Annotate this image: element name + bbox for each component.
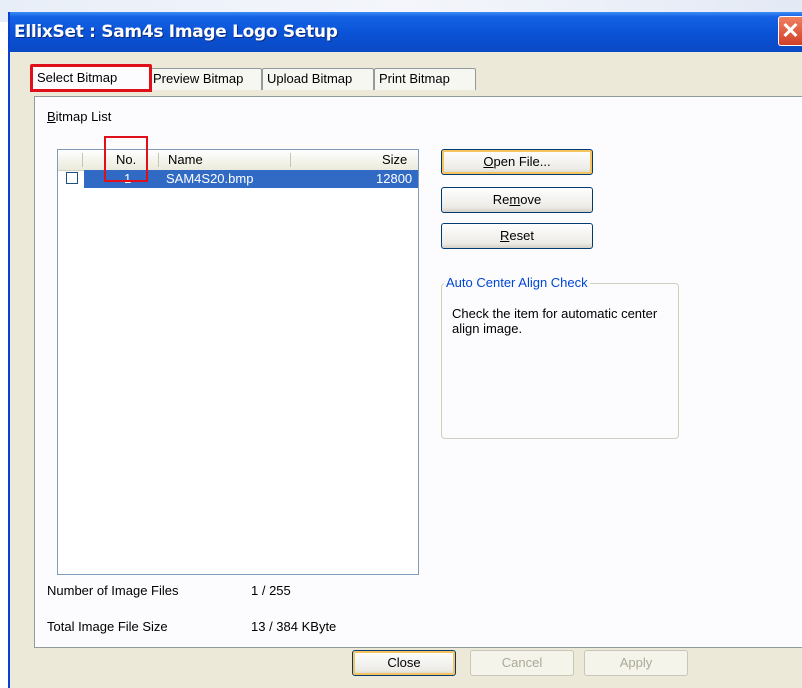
reset-label: eset [509,228,534,243]
image-files-value: 1 / 255 [251,583,291,598]
tab-panel: Bitmap List No. Name Size 1 SAM4S20.bmp … [34,96,802,648]
table-row[interactable]: 1 SAM4S20.bmp 12800 [58,170,418,188]
remove-accesskey: m [509,192,521,207]
total-size-label: Total Image File Size [47,619,168,634]
apply-button[interactable]: Apply [584,650,688,676]
open-file-label: pen File... [493,154,551,169]
column-header-no[interactable]: No. [116,152,136,167]
remove-button[interactable]: Remove [441,187,593,213]
checkbox-icon[interactable] [66,172,78,184]
title-bar: EllixSet : Sam4s Image Logo Setup ✕ [10,12,802,52]
open-file-button[interactable]: Open File... [441,149,593,175]
auto-center-title: Auto Center Align Check [444,275,590,290]
dialog-window: EllixSet : Sam4s Image Logo Setup ✕ Sele… [8,12,802,688]
column-separator [158,153,159,167]
total-size-value: 13 / 384 KByte [251,619,337,634]
row-name: SAM4S20.bmp [166,171,254,186]
row-size: 12800 [376,171,413,186]
auto-center-group: Auto Center Align Check Check the item f… [441,275,679,439]
auto-center-description: Check the item for automatic center alig… [452,306,658,336]
bitmap-list[interactable]: No. Name Size 1 SAM4S20.bmp 12800 [57,136,419,575]
tab-preview-bitmap[interactable]: Preview Bitmap [148,68,262,90]
image-files-label: Number of Image Files [47,583,179,598]
column-separator [290,153,291,167]
list-header: No. Name Size [58,150,418,171]
bitmap-list-label-accesskey: B [47,109,56,124]
bitmap-list-label-rest: itmap List [55,109,112,124]
tab-select-bitmap[interactable]: Select Bitmap [30,64,152,92]
bitmap-list-label: Bitmap List [47,109,111,124]
close-icon[interactable]: ✕ [778,16,802,46]
column-separator [82,153,83,167]
tab-upload-bitmap[interactable]: Upload Bitmap [262,68,374,90]
remove-label-rest: ove [520,192,542,207]
reset-button[interactable]: Reset [441,223,593,249]
window-title: EllixSet : Sam4s Image Logo Setup [14,22,338,42]
column-header-name[interactable]: Name [168,152,203,167]
column-header-size[interactable]: Size [382,152,407,167]
reset-accesskey: R [500,228,510,243]
open-file-accesskey: O [483,154,494,169]
cancel-button[interactable]: Cancel [470,650,574,676]
row-no: 1 [124,171,132,186]
close-button[interactable]: Close [352,650,456,676]
remove-label-pre: Re [492,192,510,207]
tab-print-bitmap[interactable]: Print Bitmap [374,68,476,90]
